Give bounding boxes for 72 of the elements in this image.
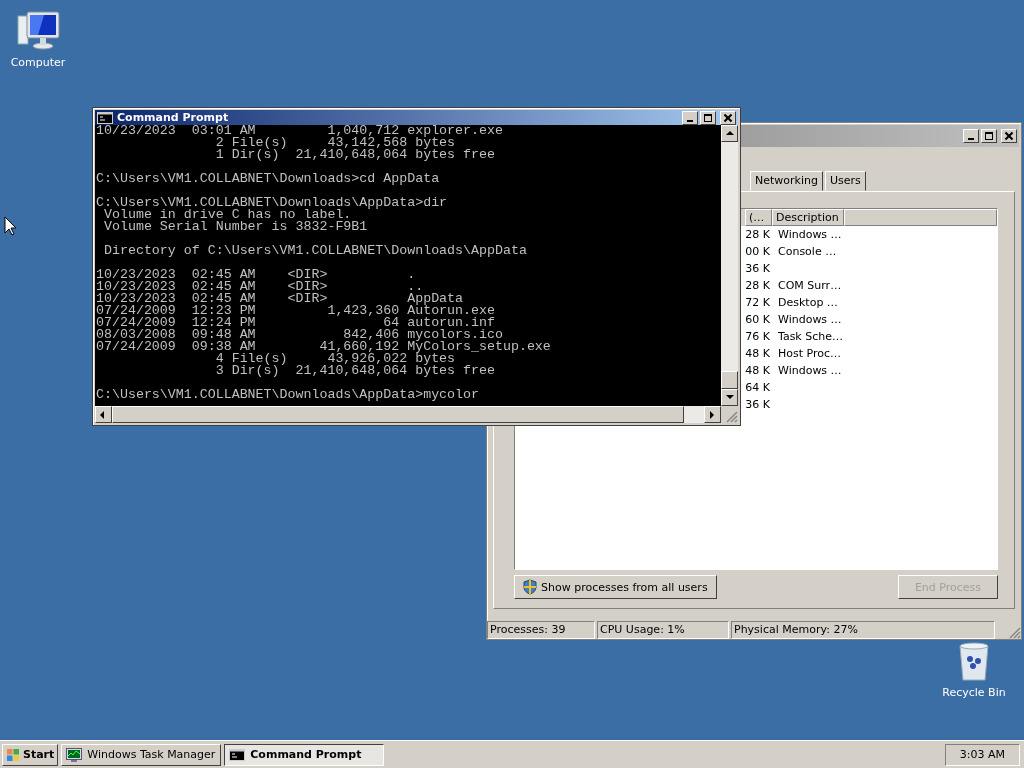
- vertical-scrollbar[interactable]: [721, 125, 738, 406]
- console-line: C:\Users\VM1.COLLABNET\Downloads\AppData>mycolor: [96, 389, 480, 401]
- scroll-right-button[interactable]: [704, 406, 721, 423]
- column-header[interactable]: Description: [772, 209, 844, 226]
- table-cell-text: 36 K: [745, 397, 770, 413]
- console-line: 10/23/2023 02:45 AM <DIR> ..: [96, 281, 424, 293]
- table-cell-text: Windows …: [777, 312, 842, 328]
- monitor-icon: [66, 747, 83, 762]
- taskbar-button[interactable]: Windows Task Manager: [61, 743, 222, 766]
- close-button[interactable]: [720, 110, 736, 125]
- show-all-processes-button[interactable]: Show processes from all users: [514, 575, 717, 599]
- console-line: 07/24/2009 12:24 PM 64 autorun.inf: [96, 317, 495, 329]
- tab[interactable]: Networking: [750, 171, 823, 191]
- table-cell-text: Console …: [777, 244, 837, 260]
- scroll-left-button[interactable]: [95, 406, 112, 423]
- recycle-bin-icon: [957, 642, 991, 682]
- status-text: Processes: 39: [487, 621, 595, 639]
- console-line: 08/03/2008 09:48 AM 842,406 mycolors.ico: [96, 329, 503, 341]
- console-line: 10/23/2023 03:01 AM 1,040,712 explorer.exe: [96, 125, 504, 137]
- minimize-button[interactable]: [963, 129, 979, 143]
- console-line: Volume Serial Number is 3832-F9B1: [102, 221, 369, 233]
- console-line: 2 File(s) 43,142,568 bytes: [214, 137, 456, 149]
- table-cell-text: Desktop …: [777, 295, 838, 311]
- console-line: 10/23/2023 02:45 AM <DIR> AppData: [96, 293, 464, 305]
- console-line: C:\Users\VM1.COLLABNET\Downloads>cd AppData: [96, 173, 441, 185]
- table-cell-text: 64 K: [745, 380, 770, 396]
- table-cell-text: Windows …: [777, 363, 842, 379]
- close-button[interactable]: [1001, 129, 1017, 143]
- table-cell-text: 72 K: [745, 295, 770, 311]
- table-cell-text: 28 K: [745, 278, 770, 294]
- console-line: C:\Users\VM1.COLLABNET\Downloads\AppData>dir: [96, 197, 449, 209]
- windows-logo-icon: [6, 747, 20, 762]
- table-cell-text: 00 K: [745, 244, 770, 260]
- resize-grip-icon: [724, 409, 738, 423]
- minimize-button[interactable]: [682, 110, 698, 125]
- shield-icon: [523, 579, 537, 595]
- table-cell-text: 60 K: [745, 312, 770, 328]
- scroll-up-button[interactable]: [721, 125, 738, 142]
- maximize-button[interactable]: [700, 110, 716, 125]
- console-icon: [229, 748, 246, 761]
- taskbar-button[interactable]: Command Prompt: [224, 743, 385, 766]
- start-button[interactable]: Start: [2, 743, 59, 766]
- table-cell-text: 48 K: [745, 346, 770, 362]
- table-cell-text: 76 K: [745, 329, 770, 345]
- table-cell-text: COM Surr…: [777, 278, 842, 294]
- desktop-icon-label[interactable]: Recycle Bin: [942, 686, 1006, 699]
- table-cell-text: 48 K: [745, 363, 770, 379]
- window-title: Command Prompt: [117, 111, 230, 124]
- table-cell-text: 36 K: [745, 261, 770, 277]
- console-line: 10/23/2023 02:45 AM <DIR> .: [96, 269, 417, 281]
- table-cell-text: Host Proc…: [777, 346, 842, 362]
- table-cell-text: 28 K: [745, 227, 770, 243]
- table-cell-text: Task Sche…: [777, 329, 843, 345]
- status-text: CPU Usage: 1%: [597, 621, 729, 639]
- console-line: Volume in drive C has no label.: [103, 209, 352, 221]
- status-text: Physical Memory: 27%: [731, 621, 995, 639]
- desktop-icon-label[interactable]: Computer: [10, 56, 66, 69]
- table-cell-text: Windows …: [777, 227, 842, 243]
- console-line: 07/24/2009 12:23 PM 1,423,360 Autorun.exe: [96, 305, 496, 317]
- console-line: 07/24/2009 09:38 AM 41,660,192 MyColors_setup.exe: [96, 341, 552, 353]
- console-line: 3 Dir(s) 21,410,648,064 bytes free: [214, 365, 496, 377]
- console-line: 1 Dir(s) 21,410,648,064 bytes free: [214, 149, 496, 161]
- maximize-button[interactable]: [981, 129, 997, 143]
- scroll-thumb[interactable]: [721, 371, 738, 389]
- tab[interactable]: Users: [824, 171, 866, 191]
- pointer-icon: [4, 216, 16, 236]
- scroll-down-button[interactable]: [721, 389, 738, 406]
- console-line: 4 File(s) 43,926,022 bytes: [214, 353, 456, 365]
- console-line: Directory of C:\Users\VM1.COLLABNET\Downloads\AppData: [102, 245, 528, 257]
- clock[interactable]: 3:03 AM: [944, 743, 1020, 766]
- column-header[interactable]: (…: [745, 209, 772, 226]
- computer-icon: [15, 10, 61, 52]
